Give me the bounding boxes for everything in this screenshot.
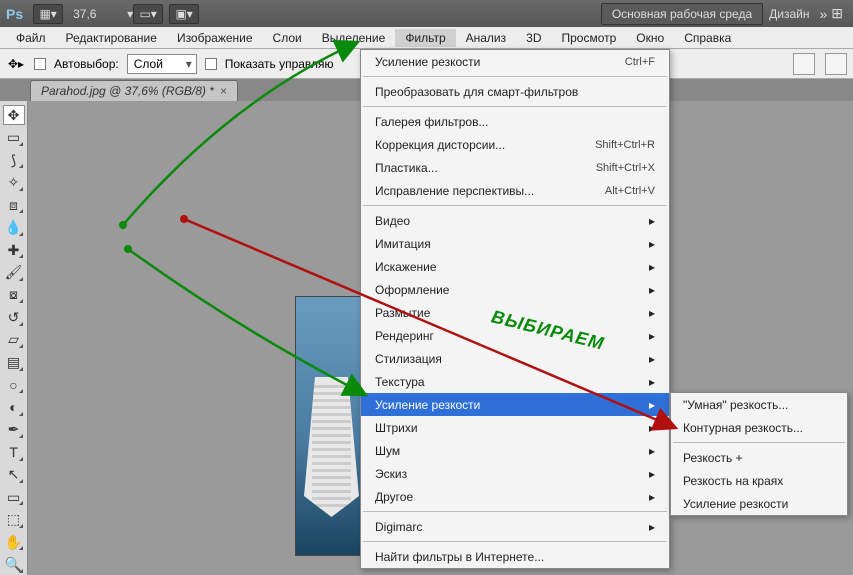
tool-lasso[interactable]: ⟆: [3, 150, 25, 170]
menu-item[interactable]: Галерея фильтров...: [361, 110, 669, 133]
tool-eyedrop[interactable]: 💧: [3, 217, 25, 237]
menu-item[interactable]: Текстура▸: [361, 370, 669, 393]
filter-menu: Усиление резкостиCtrl+F Преобразовать для…: [360, 49, 670, 569]
tool-zoom[interactable]: 🔍: [3, 554, 25, 574]
toolbox: ✥▭⟆✧⧈💧✚🖌⧇↺▱▤○◐✒T↖▭⬚✋🔍: [0, 101, 28, 575]
workspace-more-icon[interactable]: »: [819, 6, 827, 22]
menu-справка[interactable]: Справка: [674, 29, 741, 47]
menu-item[interactable]: Найти фильтры в Интернете...: [361, 545, 669, 568]
tool-eraser[interactable]: ▱: [3, 330, 25, 350]
menu-просмотр[interactable]: Просмотр: [551, 29, 626, 47]
menu-файл[interactable]: Файл: [6, 29, 56, 47]
menu-item[interactable]: Преобразовать для смарт-фильтров: [361, 80, 669, 103]
menu-item[interactable]: Оформление▸: [361, 278, 669, 301]
tool-gradient[interactable]: ▤: [3, 352, 25, 372]
menu-item[interactable]: Усиление резкости▸: [361, 393, 669, 416]
tool-pen[interactable]: ✒: [3, 420, 25, 440]
show-controls-checkbox[interactable]: [205, 58, 217, 70]
move-tool-icon: ✥▸: [6, 54, 26, 74]
tool-move[interactable]: ✥: [3, 105, 25, 125]
tool-heal[interactable]: ✚: [3, 240, 25, 260]
menu-item[interactable]: Стилизация▸: [361, 347, 669, 370]
tool-marquee[interactable]: ▭: [3, 127, 25, 147]
submenu-item[interactable]: Резкость на краях: [671, 469, 847, 492]
tool-shape[interactable]: ▭: [3, 487, 25, 507]
menu-bar: ФайлРедактированиеИзображениеСлоиВыделен…: [0, 27, 853, 49]
menu-редактирование[interactable]: Редактирование: [56, 29, 167, 47]
menu-item[interactable]: Размытие▸: [361, 301, 669, 324]
sharpen-submenu: "Умная" резкость...Контурная резкость...…: [670, 392, 848, 516]
menu-3d[interactable]: 3D: [516, 29, 551, 47]
menu-окно[interactable]: Окно: [626, 29, 674, 47]
tool-type[interactable]: T: [3, 442, 25, 462]
menu-item[interactable]: Имитация▸: [361, 232, 669, 255]
arrange-button[interactable]: ▭▾: [133, 4, 163, 24]
menu-анализ[interactable]: Анализ: [456, 29, 517, 47]
menu-item[interactable]: Искажение▸: [361, 255, 669, 278]
submenu-item[interactable]: Резкость +: [671, 446, 847, 469]
document-tab-label: Parahod.jpg @ 37,6% (RGB/8) *: [41, 84, 214, 98]
tool-wand[interactable]: ✧: [3, 172, 25, 192]
show-controls-label: Показать управляю: [225, 57, 334, 71]
menu-item[interactable]: Усиление резкостиCtrl+F: [361, 50, 669, 73]
menu-item[interactable]: Пластика...Shift+Ctrl+X: [361, 156, 669, 179]
tool-brush[interactable]: 🖌: [3, 262, 25, 282]
autoselect-checkbox[interactable]: [34, 58, 46, 70]
menu-item[interactable]: Исправление перспективы...Alt+Ctrl+V: [361, 179, 669, 202]
submenu-item[interactable]: Усиление резкости: [671, 492, 847, 515]
align-button-2[interactable]: [825, 53, 847, 75]
submenu-item[interactable]: "Умная" резкость...: [671, 393, 847, 416]
submenu-item[interactable]: Контурная резкость...: [671, 416, 847, 439]
zoom-display[interactable]: 37,6: [73, 7, 123, 21]
workspace-button[interactable]: Основная рабочая среда: [601, 3, 763, 25]
menu-слои[interactable]: Слои: [263, 29, 312, 47]
menu-item[interactable]: Другое▸: [361, 485, 669, 508]
menu-item[interactable]: Штрихи▸: [361, 416, 669, 439]
autoselect-label: Автовыбор:: [54, 57, 119, 71]
tool-path[interactable]: ↖: [3, 465, 25, 485]
autoselect-combo[interactable]: Слой: [127, 54, 197, 74]
menu-item[interactable]: Digimarc▸: [361, 515, 669, 538]
app-logo: Ps: [6, 6, 23, 22]
design-link[interactable]: Дизайн: [769, 7, 809, 21]
menu-изображение[interactable]: Изображение: [167, 29, 263, 47]
tool-3d[interactable]: ⬚: [3, 509, 25, 529]
menu-item[interactable]: Коррекция дисторсии...Shift+Ctrl+R: [361, 133, 669, 156]
tool-hand[interactable]: ✋: [3, 532, 25, 552]
image-content: [304, 377, 359, 517]
menu-item[interactable]: Рендеринг▸: [361, 324, 669, 347]
tool-dodge[interactable]: ◐: [3, 397, 25, 417]
close-tab-icon[interactable]: ×: [220, 84, 227, 98]
screen-mode-button[interactable]: ▣▾: [169, 4, 199, 24]
tool-crop[interactable]: ⧈: [3, 195, 25, 215]
align-button-1[interactable]: [793, 53, 815, 75]
menu-item[interactable]: Видео▸: [361, 209, 669, 232]
tool-stamp[interactable]: ⧇: [3, 285, 25, 305]
tool-blur[interactable]: ○: [3, 375, 25, 395]
document-tab[interactable]: Parahod.jpg @ 37,6% (RGB/8) * ×: [30, 80, 238, 101]
menu-фильтр[interactable]: Фильтр: [395, 29, 455, 47]
tool-history[interactable]: ↺: [3, 307, 25, 327]
csLive-icon[interactable]: ⊞: [831, 5, 843, 22]
menu-item[interactable]: Эскиз▸: [361, 462, 669, 485]
bridge-button[interactable]: ▦▾: [33, 4, 63, 24]
menu-item[interactable]: Шум▸: [361, 439, 669, 462]
menu-выделение[interactable]: Выделение: [312, 29, 396, 47]
app-titlebar: Ps ▦▾ 37,6▾ ▭▾ ▣▾ Основная рабочая среда…: [0, 0, 853, 27]
